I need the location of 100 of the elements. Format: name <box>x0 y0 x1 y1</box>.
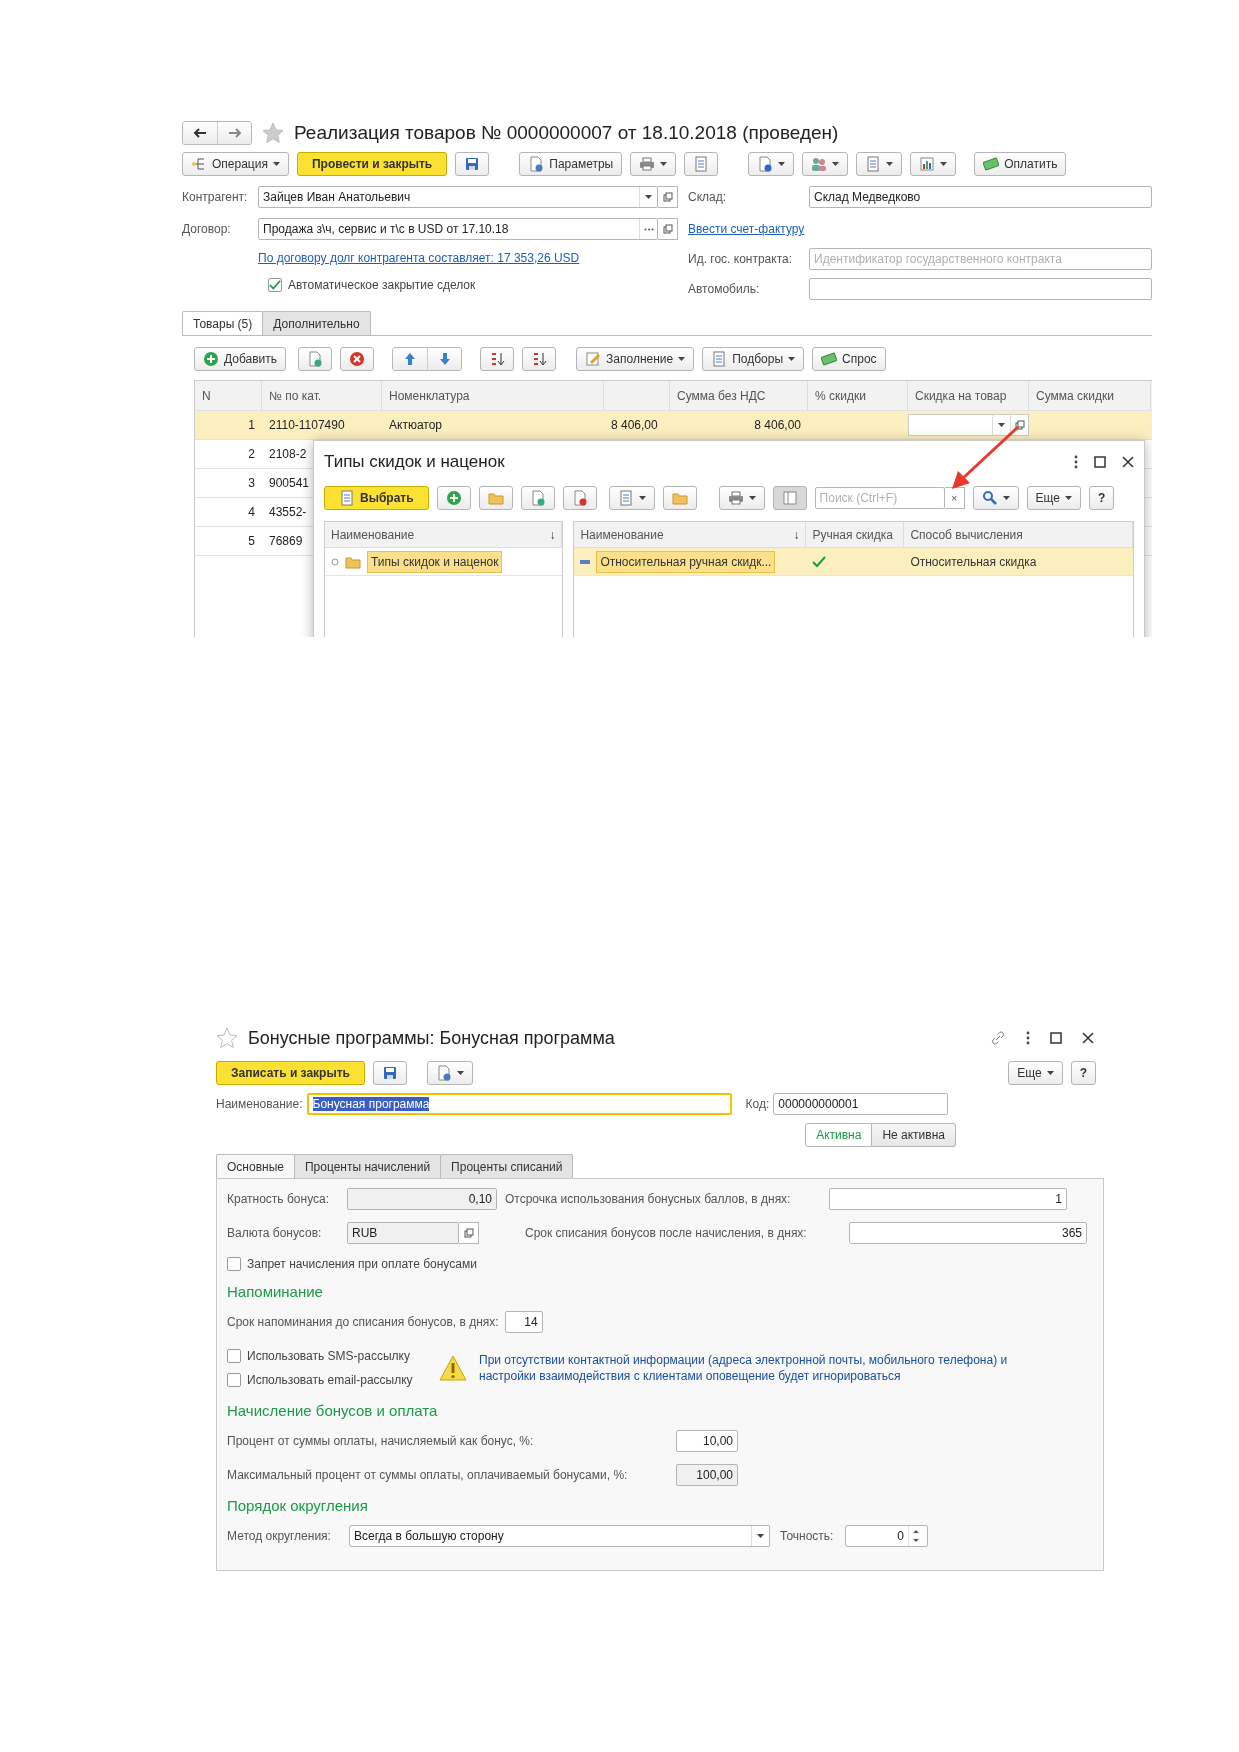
search-button[interactable] <box>972 486 1019 510</box>
panel-toggle-button[interactable] <box>772 486 807 510</box>
add-button[interactable]: Добавить <box>194 347 287 371</box>
column-header[interactable]: Наименование <box>580 527 664 542</box>
warning-icon <box>439 1355 467 1381</box>
tab[interactable]: Проценты списаний <box>440 1154 574 1178</box>
folder-icon <box>671 490 688 506</box>
rounding-method-field[interactable]: Всегда в большую сторону <box>349 1525 770 1547</box>
tree-item[interactable]: Типы скидок и наценок <box>367 550 503 573</box>
precision-field[interactable]: 0 <box>845 1525 928 1547</box>
add-icon <box>445 490 462 506</box>
documents-button[interactable] <box>856 152 903 176</box>
delete-button[interactable] <box>340 347 375 371</box>
move-up-button[interactable] <box>393 348 428 370</box>
selections-button[interactable]: Подборы <box>702 347 805 371</box>
fill-button[interactable]: Заполнение <box>576 347 695 371</box>
input-field[interactable]: 1 <box>829 1188 1067 1210</box>
field-label: Кратность бонуса: <box>227 1192 330 1206</box>
column-header[interactable]: Наименование <box>331 527 415 542</box>
field-label: Процент от суммы оплаты, начисляемый как бонус, %: <box>227 1434 535 1448</box>
input-field[interactable]: 365 <box>849 1222 1087 1244</box>
column-header[interactable]: № по кат. <box>262 381 382 410</box>
save-and-close-button[interactable]: Записать и закрыть <box>216 1061 365 1085</box>
parameters-button[interactable]: Параметры <box>519 152 623 176</box>
close-icon <box>1122 456 1134 468</box>
checkbox[interactable] <box>268 278 282 292</box>
copy-icon <box>529 490 546 506</box>
copy-button[interactable] <box>298 347 333 371</box>
post-and-close-button[interactable]: Провести и закрыть <box>296 152 448 176</box>
sort-descending-button[interactable] <box>522 347 557 371</box>
users-button[interactable] <box>802 152 849 176</box>
tab[interactable]: Основные <box>216 1154 295 1178</box>
hierarchy-button[interactable] <box>608 486 655 510</box>
open-button[interactable] <box>1010 415 1028 435</box>
help-button[interactable]: ? <box>1070 1061 1096 1085</box>
column-header[interactable]: Номенклатура <box>382 381 604 410</box>
selected-row[interactable]: 1 2110-1107490 Актюатор 8 406,00 8 406,00 <box>195 411 1152 440</box>
caret-icon <box>678 357 686 361</box>
add-folder-button[interactable] <box>478 486 513 510</box>
create-based-button[interactable] <box>748 152 795 176</box>
window-title: Реализация товаров № 0000000007 от 18.10.2018 (проведен) <box>294 122 839 144</box>
structure-button[interactable] <box>684 152 719 176</box>
tab[interactable]: Товары (5) <box>182 311 264 335</box>
tab[interactable]: Дополнительно <box>262 311 371 335</box>
move-to-folder-button[interactable] <box>662 486 697 510</box>
choose-button[interactable]: Выбрать <box>324 486 429 510</box>
more-button[interactable]: Еще <box>1026 486 1081 510</box>
demand-button[interactable]: Спрос <box>812 347 886 371</box>
reports-button[interactable] <box>910 152 957 176</box>
name-field[interactable]: Бонусная программа <box>306 1093 732 1115</box>
column-header[interactable]: N <box>195 381 262 410</box>
print-button[interactable] <box>630 152 677 176</box>
operation-button[interactable]: Операция <box>182 152 289 176</box>
caret-icon <box>272 162 280 166</box>
star-icon <box>262 122 284 144</box>
save-button[interactable] <box>455 152 490 176</box>
column-header[interactable]: Сумма без НДС <box>670 381 808 410</box>
print-button[interactable] <box>718 486 765 510</box>
tab[interactable]: Проценты начислений <box>293 1154 442 1178</box>
code-field[interactable]: 000000000001 <box>773 1093 949 1115</box>
debt-link[interactable]: По договору долг контрагента составляет: 17 353,26 USD <box>258 251 580 265</box>
pay-button[interactable]: Оплатить <box>974 152 1067 176</box>
open-button[interactable] <box>658 186 678 208</box>
gov-contract-field[interactable]: Идентификатор государственного контракта <box>809 248 1152 270</box>
open-button[interactable] <box>658 218 678 240</box>
close-icon <box>1082 1032 1094 1044</box>
column-header[interactable]: Способ вычисления <box>910 527 1023 542</box>
maximize-icon <box>1094 456 1106 468</box>
delete-button[interactable] <box>562 486 597 510</box>
input-field[interactable]: 10,00 <box>676 1430 738 1452</box>
car-field[interactable] <box>809 278 1152 300</box>
copy-button[interactable] <box>520 486 555 510</box>
column-header[interactable]: % скидки <box>808 381 908 410</box>
checkbox-label: Запрет начисления при оплате бонусами <box>247 1257 477 1271</box>
help-button[interactable]: ? <box>1089 486 1115 510</box>
save-button[interactable] <box>372 1061 407 1085</box>
counterparty-field[interactable]: Зайцев Иван Анатольевич <box>258 186 658 208</box>
back-button[interactable] <box>183 122 217 144</box>
column-header[interactable]: Ручная скидка <box>812 527 893 542</box>
more-button[interactable]: Еще <box>1008 1061 1063 1085</box>
warehouse-field[interactable]: Склад Медведково <box>809 186 1152 208</box>
contract-field[interactable]: Продажа з\ч, сервис и т\с в USD от 17.10.18 <box>258 218 658 240</box>
search-icon <box>981 490 998 506</box>
sort-ascending-button[interactable] <box>480 347 515 371</box>
checkbox[interactable] <box>227 1373 241 1387</box>
status-toggle[interactable]: Не активна <box>872 1123 956 1147</box>
checkbox[interactable] <box>227 1349 241 1363</box>
column-header[interactable]: Сумма скидки <box>1029 381 1151 410</box>
input-field[interactable]: 14 <box>504 1311 543 1333</box>
sort-icon <box>531 351 548 367</box>
move-down-button[interactable] <box>427 348 462 370</box>
list-row[interactable]: Относительная ручная скидк... Относительная скидка <box>574 548 1133 576</box>
report-button[interactable] <box>426 1061 473 1085</box>
status-toggle[interactable]: Активна <box>805 1123 873 1147</box>
column-header[interactable]: Скидка на товар <box>908 381 1029 410</box>
discount-input-field[interactable] <box>908 414 1029 436</box>
invoice-link[interactable]: Ввести счет-фактуру <box>688 222 805 236</box>
add-button[interactable] <box>436 486 471 510</box>
checkbox[interactable] <box>227 1257 241 1271</box>
open-button[interactable] <box>459 1222 479 1244</box>
